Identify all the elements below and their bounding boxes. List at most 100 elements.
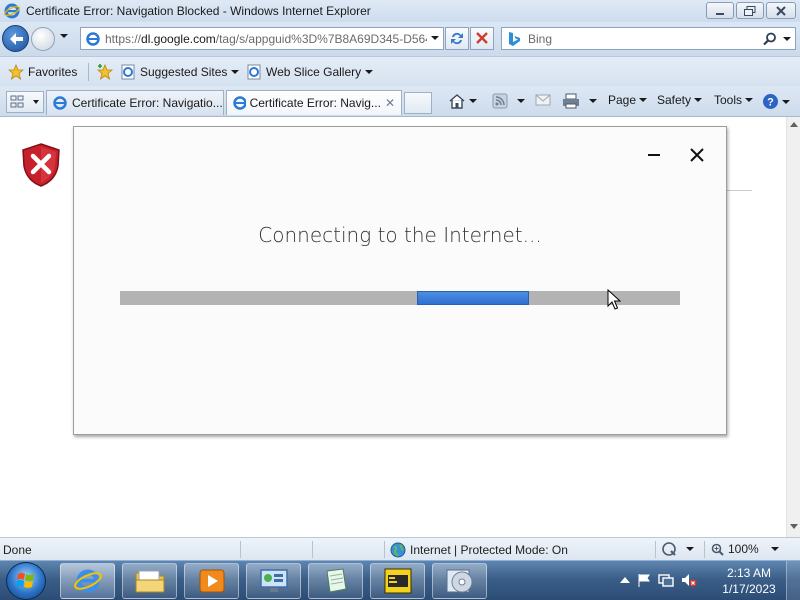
favorites-separator — [88, 63, 89, 81]
security-zone-label: Internet | Protected Mode: On — [410, 543, 568, 557]
home-dropdown-icon[interactable] — [469, 99, 477, 103]
vertical-scrollbar[interactable] — [786, 117, 800, 537]
media-player-icon — [199, 569, 224, 593]
address-dropdown-icon[interactable] — [431, 36, 439, 40]
search-options-dropdown-icon[interactable] — [783, 37, 791, 41]
protected-mode-icon — [662, 542, 676, 556]
background-divider — [726, 190, 752, 191]
mail-icon — [535, 94, 551, 106]
feeds-dropdown-icon[interactable] — [517, 99, 525, 103]
restore-icon — [744, 5, 756, 16]
security-zone[interactable]: Internet | Protected Mode: On — [390, 542, 568, 558]
ie-page-icon — [247, 64, 261, 80]
back-button[interactable] — [2, 25, 29, 52]
ie-page-icon — [86, 32, 100, 46]
address-url[interactable]: https://dl.google.com/tag/s/appguid%3D%7… — [105, 32, 427, 46]
refresh-icon — [451, 32, 463, 45]
print-button[interactable] — [562, 93, 597, 109]
page-menu-label: Page — [608, 93, 637, 107]
tools-menu[interactable]: Tools — [714, 93, 754, 107]
system-clock[interactable]: 2:13 AM 1/17/2023 — [718, 565, 780, 597]
compatibility-refresh-button[interactable] — [445, 27, 469, 50]
suggested-sites-dropdown-icon[interactable] — [231, 70, 240, 74]
help-button[interactable]: ? — [762, 93, 790, 110]
help-dropdown-icon[interactable] — [782, 99, 790, 104]
network-icon[interactable] — [658, 573, 674, 587]
close-tab-icon[interactable]: ✕ — [385, 96, 395, 110]
tab-certificate-error-1[interactable]: Certificate Error: Navigatio... — [46, 90, 224, 115]
taskbar-notepad[interactable] — [308, 563, 363, 599]
safety-menu[interactable]: Safety — [657, 93, 703, 107]
privacy-dropdown-icon — [686, 547, 694, 551]
zoom-dropdown-icon — [770, 547, 779, 551]
back-arrow-icon — [10, 33, 23, 45]
home-button[interactable] — [448, 93, 477, 109]
progress-bar-indicator — [416, 291, 529, 305]
stop-icon — [476, 32, 488, 44]
web-slice-gallery-label: Web Slice Gallery — [266, 65, 362, 79]
show-desktop-button[interactable] — [786, 561, 800, 600]
connecting-message: Connecting to the Internet... — [258, 223, 542, 247]
tab-label: Certificate Error: Navig... — [249, 96, 381, 110]
connecting-dialog: Connecting to the Internet... — [73, 126, 727, 435]
read-mail-button[interactable] — [535, 93, 551, 107]
favorites-bar: Favorites Suggested Sites Web Slice Gall… — [0, 56, 800, 86]
tab-certificate-error-2[interactable]: Certificate Error: Navig... ✕ — [226, 90, 402, 115]
action-center-flag-icon[interactable] — [637, 573, 651, 587]
new-tab-button[interactable] — [404, 92, 432, 114]
print-dropdown-icon[interactable] — [589, 99, 597, 103]
zoom-level-label: 100% — [728, 542, 759, 556]
search-icon[interactable] — [763, 32, 777, 46]
ie-page-icon — [53, 96, 67, 110]
taskbar-disc-app[interactable] — [432, 563, 487, 599]
show-hidden-icons-icon[interactable] — [620, 576, 630, 584]
scroll-up-arrow-icon[interactable] — [790, 121, 798, 127]
navigation-bar: https://dl.google.com/tag/s/appguid%3D%7… — [0, 22, 800, 56]
address-bar[interactable]: https://dl.google.com/tag/s/appguid%3D%7… — [80, 27, 444, 50]
add-to-favorites-bar-button[interactable] — [96, 64, 114, 80]
stop-button[interactable] — [470, 27, 494, 50]
web-slice-gallery-link[interactable]: Web Slice Gallery — [246, 64, 374, 80]
help-icon: ? — [763, 94, 778, 109]
scroll-down-arrow-icon[interactable] — [790, 524, 798, 530]
recent-pages-dropdown-icon[interactable] — [60, 34, 68, 38]
feeds-button[interactable] — [492, 93, 525, 109]
favorites-button[interactable]: Favorites — [8, 64, 77, 80]
globe-icon — [390, 542, 406, 558]
restore-window-button[interactable] — [736, 2, 764, 19]
tools-menu-label: Tools — [714, 93, 743, 107]
close-icon[interactable] — [688, 146, 706, 164]
taskbar-windows-explorer[interactable] — [122, 563, 177, 599]
notepad-icon — [325, 568, 347, 593]
start-button[interactable] — [6, 562, 46, 600]
close-window-button[interactable] — [766, 2, 796, 19]
mouse-cursor-icon — [607, 289, 621, 310]
add-favorite-icon — [96, 64, 114, 80]
internet-explorer-icon — [73, 569, 102, 593]
printer-icon — [563, 93, 579, 109]
web-slice-gallery-dropdown-icon[interactable] — [365, 70, 374, 74]
suggested-sites-link[interactable]: Suggested Sites — [120, 64, 240, 80]
minimize-icon[interactable] — [647, 148, 661, 162]
taskbar-app-icon[interactable] — [370, 563, 425, 599]
taskbar-control-panel[interactable] — [246, 563, 301, 599]
forward-button[interactable] — [31, 27, 55, 51]
minimize-window-button[interactable] — [706, 2, 734, 19]
volume-muted-icon[interactable] — [681, 573, 697, 587]
clock-date: 1/17/2023 — [722, 582, 776, 596]
tools-dropdown-icon — [745, 98, 754, 102]
quick-tabs-button[interactable] — [6, 91, 44, 113]
taskbar-media-player[interactable] — [184, 563, 239, 599]
taskbar-internet-explorer[interactable] — [60, 563, 115, 599]
status-divider — [312, 541, 313, 558]
asr-app-icon — [384, 568, 411, 594]
zoom-magnifier-icon — [711, 543, 724, 556]
security-error-shield-icon — [22, 143, 60, 187]
search-box[interactable]: Bing — [501, 27, 796, 50]
zoom-level-button[interactable]: 100% — [711, 542, 779, 556]
svg-text:?: ? — [767, 97, 774, 109]
privacy-report-button[interactable] — [662, 542, 694, 556]
tab-label: Certificate Error: Navigatio... — [72, 96, 223, 110]
bing-icon — [509, 32, 520, 46]
page-menu[interactable]: Page — [608, 93, 648, 107]
